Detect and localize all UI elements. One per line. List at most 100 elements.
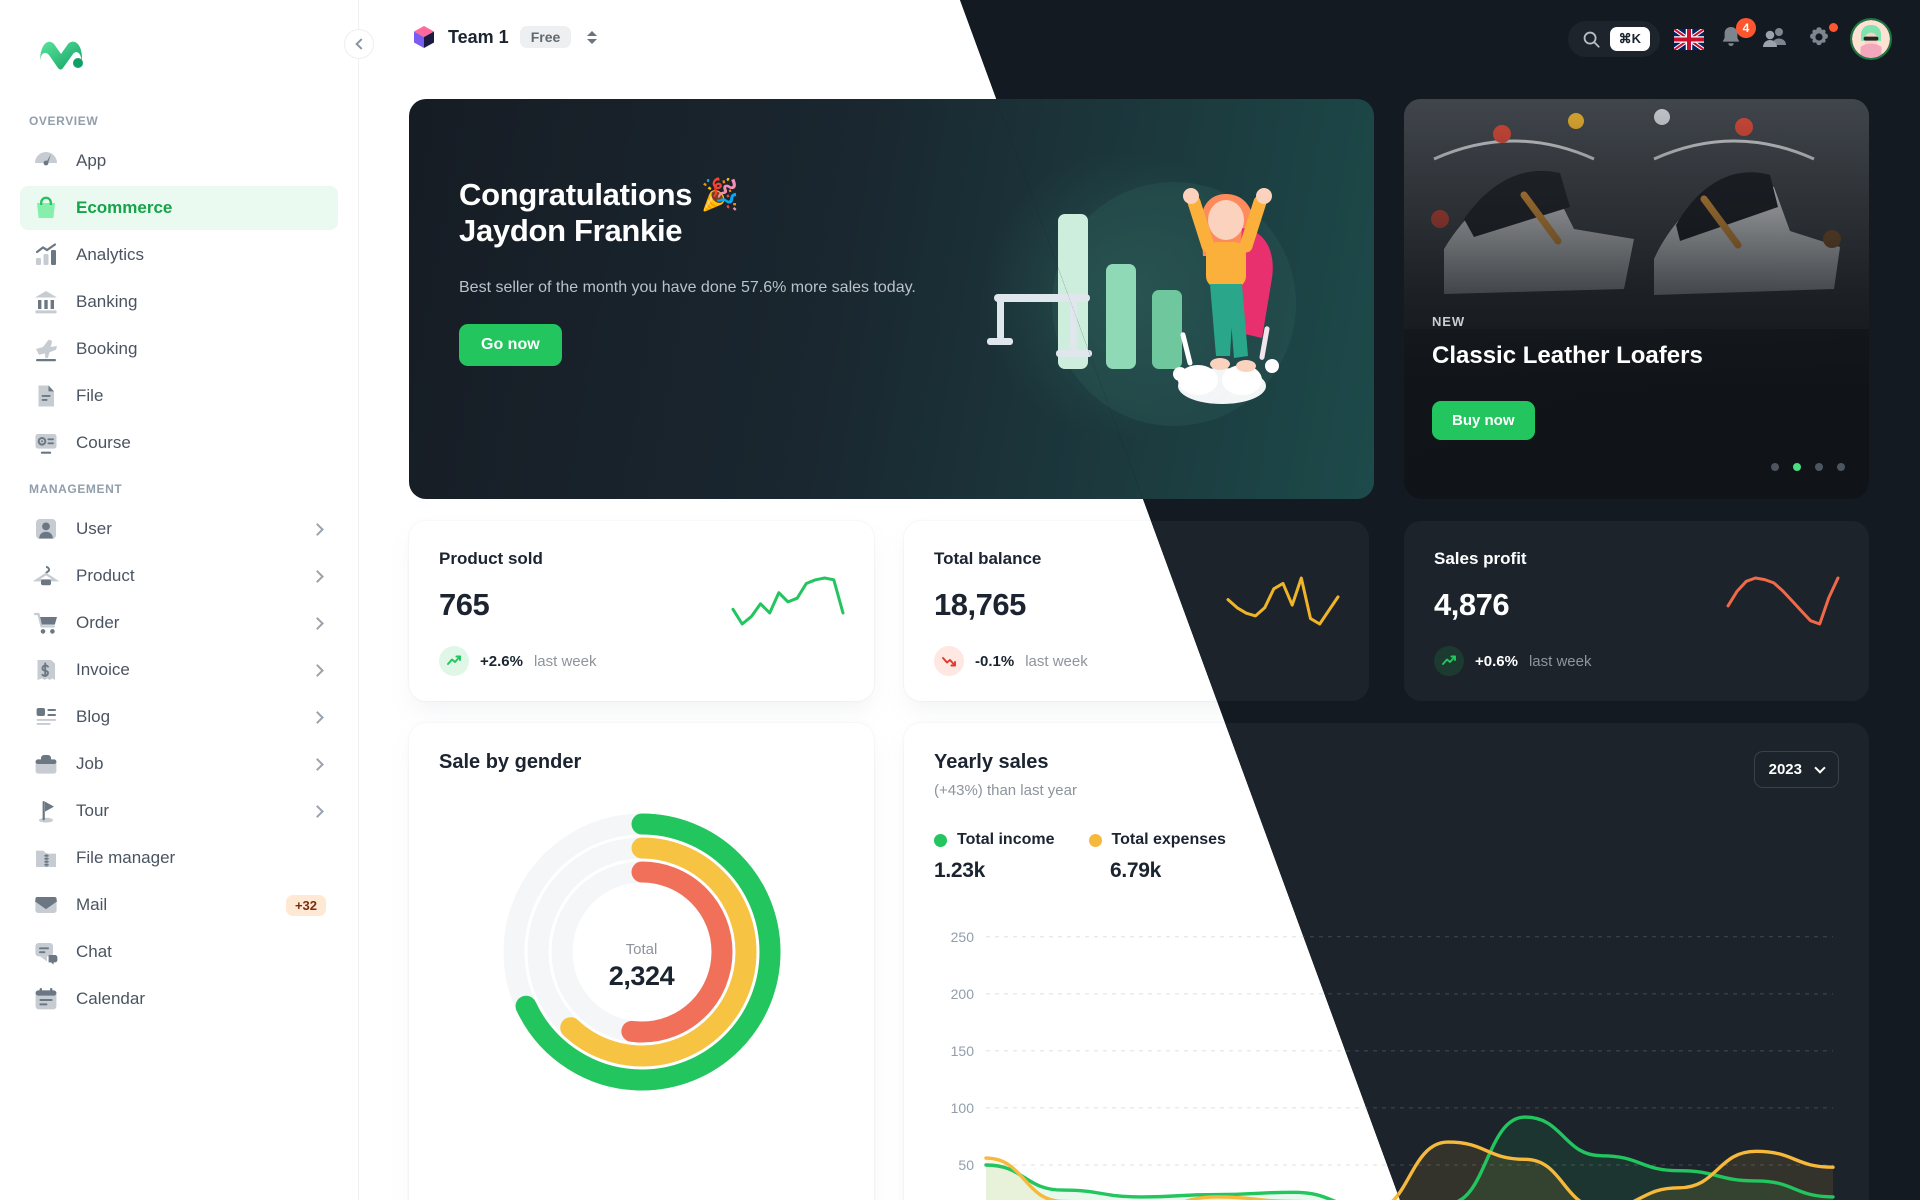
go-now-button[interactable]: Go now [459, 324, 562, 366]
carousel-dot[interactable] [1771, 463, 1779, 471]
sidebar-item-label: Analytics [76, 245, 145, 264]
sidebar-item-order[interactable]: Order [20, 601, 338, 645]
sidebar-nav: OVERVIEW App Ecommerce Analytics Banking Book… [0, 100, 358, 1024]
briefcase-icon [32, 750, 60, 778]
sidebar-item-mail[interactable]: Mail +32 [20, 883, 338, 927]
workspace-switcher[interactable]: Team 1 Free [411, 24, 598, 50]
blog-icon [32, 703, 60, 731]
welcome-title: Congratulations 🎉 Jaydon Frankie [459, 177, 739, 250]
chevron-right-icon [311, 522, 324, 536]
chevron-right-icon [311, 569, 324, 583]
hanger-icon [32, 562, 60, 590]
sidebar-item-analytics[interactable]: Analytics [20, 233, 338, 277]
course-icon [32, 429, 60, 457]
legend-item-expenses: Total expenses [1088, 831, 1226, 849]
notifications-count-badge: 4 [1736, 18, 1756, 38]
sidebar: OVERVIEW App Ecommerce Analytics Banking Book… [0, 0, 359, 1200]
chevron-right-icon [311, 663, 324, 677]
svg-text:50: 50 [958, 1157, 974, 1173]
stat-delta-suffix: last week [533, 652, 597, 670]
sidebar-item-label: File manager [76, 848, 176, 867]
chevron-right-icon [311, 757, 324, 771]
sidebar-item-job[interactable]: Job [20, 742, 338, 786]
sidebar-item-chat[interactable]: Chat [20, 930, 338, 974]
promo-tag: NEW [1432, 314, 1466, 329]
sidebar-item-label: Ecommerce [76, 198, 173, 217]
stat-footer: +2.6% last week [439, 646, 844, 676]
carousel-dot[interactable] [1815, 463, 1823, 471]
stat-delta: -0.1% [975, 652, 1015, 670]
user-avatar[interactable] [1850, 18, 1892, 60]
sidebar-item-label: Calendar [76, 989, 145, 1008]
sidebar-item-app[interactable]: App [20, 139, 338, 183]
welcome-title-line1: Congratulations 🎉 [459, 177, 739, 212]
chevron-right-icon [311, 804, 324, 818]
sidebar-item-label: Mail [76, 895, 108, 914]
trend-up-icon [1434, 646, 1464, 676]
settings-button[interactable] [1806, 23, 1838, 54]
welcome-title-line2: Jaydon Frankie [459, 213, 683, 249]
sidebar-item-product[interactable]: Product [20, 554, 338, 598]
sidebar-item-calendar[interactable]: Calendar [20, 977, 338, 1021]
uk-flag-icon[interactable] [1672, 26, 1706, 52]
chevron-right-icon [311, 616, 324, 630]
sidebar-item-file[interactable]: File [20, 374, 338, 418]
airplane-icon [32, 335, 60, 363]
legend-item-income: Total income [934, 831, 1055, 849]
sidebar-item-label: Blog [76, 707, 111, 726]
stat-delta: +2.6% [480, 652, 523, 670]
sidebar-section-title: MANAGEMENT [29, 482, 123, 496]
stat-delta-suffix: last week [1025, 652, 1088, 670]
sidebar-item-label: Order [76, 613, 120, 632]
bank-icon [32, 288, 60, 316]
trend-down-icon [934, 646, 964, 676]
carousel-dots[interactable] [1771, 463, 1845, 471]
sidebar-item-label: File [76, 386, 104, 405]
promo-title: Classic Leather Loafers [1432, 342, 1703, 369]
sidebar-item-label: Booking [76, 339, 138, 358]
sidebar-item-label: Chat [76, 942, 112, 961]
notifications-button[interactable]: 4 [1718, 18, 1756, 54]
buy-now-button[interactable]: Buy now [1432, 401, 1535, 440]
invoice-icon [32, 656, 60, 684]
sidebar-item-invoice[interactable]: Invoice [20, 648, 338, 692]
sidebar-item-tour[interactable]: Tour [20, 789, 338, 833]
welcome-subtitle: Best seller of the month you have done 5… [459, 279, 916, 296]
sidebar-item-booking[interactable]: Booking [20, 327, 338, 371]
carousel-dot-active[interactable] [1793, 463, 1801, 471]
chat-icon [32, 938, 60, 966]
sidebar-item-label: Course [76, 433, 131, 452]
stat-delta: +0.6% [1475, 652, 1518, 670]
legend-label: Total income [957, 831, 1055, 848]
workspace-cube-icon [414, 26, 434, 48]
sidebar-item-course[interactable]: Course [20, 421, 338, 465]
sidebar-item-banking[interactable]: Banking [20, 280, 338, 324]
up-down-chevron-icon[interactable] [587, 30, 598, 44]
sidebar-item-ecommerce[interactable]: Ecommerce [20, 186, 338, 230]
stat-card-product-sold: Product sold 765 +2.6% last week [409, 521, 874, 701]
svg-text:150: 150 [951, 1043, 975, 1059]
header-actions: ⌘K 4 [1567, 18, 1892, 60]
plan-badge: Free [519, 26, 572, 48]
cart-icon [32, 609, 60, 637]
stat-title: Product sold [439, 549, 543, 568]
carousel-dot[interactable] [1837, 463, 1845, 471]
sidebar-collapse-button[interactable] [344, 29, 374, 59]
contacts-icon [1763, 28, 1786, 47]
sparkline-chart [731, 576, 845, 626]
stat-footer: +0.6% last week [1434, 646, 1839, 676]
chevron-right-icon [311, 710, 324, 724]
promo-card: NEW Classic Leather Loafers Buy now [1404, 99, 1869, 499]
svg-text:100: 100 [951, 1100, 975, 1116]
user-icon [32, 515, 60, 543]
contacts-button[interactable] [1762, 24, 1792, 54]
sidebar-item-blog[interactable]: Blog [20, 695, 338, 739]
sidebar-item-file-manager[interactable]: File manager [20, 836, 338, 880]
sidebar-item-label: Invoice [76, 660, 130, 679]
sparkline-chart [1226, 576, 1340, 626]
year-select[interactable]: 2023 [1753, 751, 1839, 788]
nova-logo-icon[interactable] [37, 30, 85, 78]
search-input[interactable]: ⌘K [1567, 21, 1660, 57]
sidebar-item-user[interactable]: User [20, 507, 338, 551]
sparkline-chart [1726, 576, 1840, 626]
